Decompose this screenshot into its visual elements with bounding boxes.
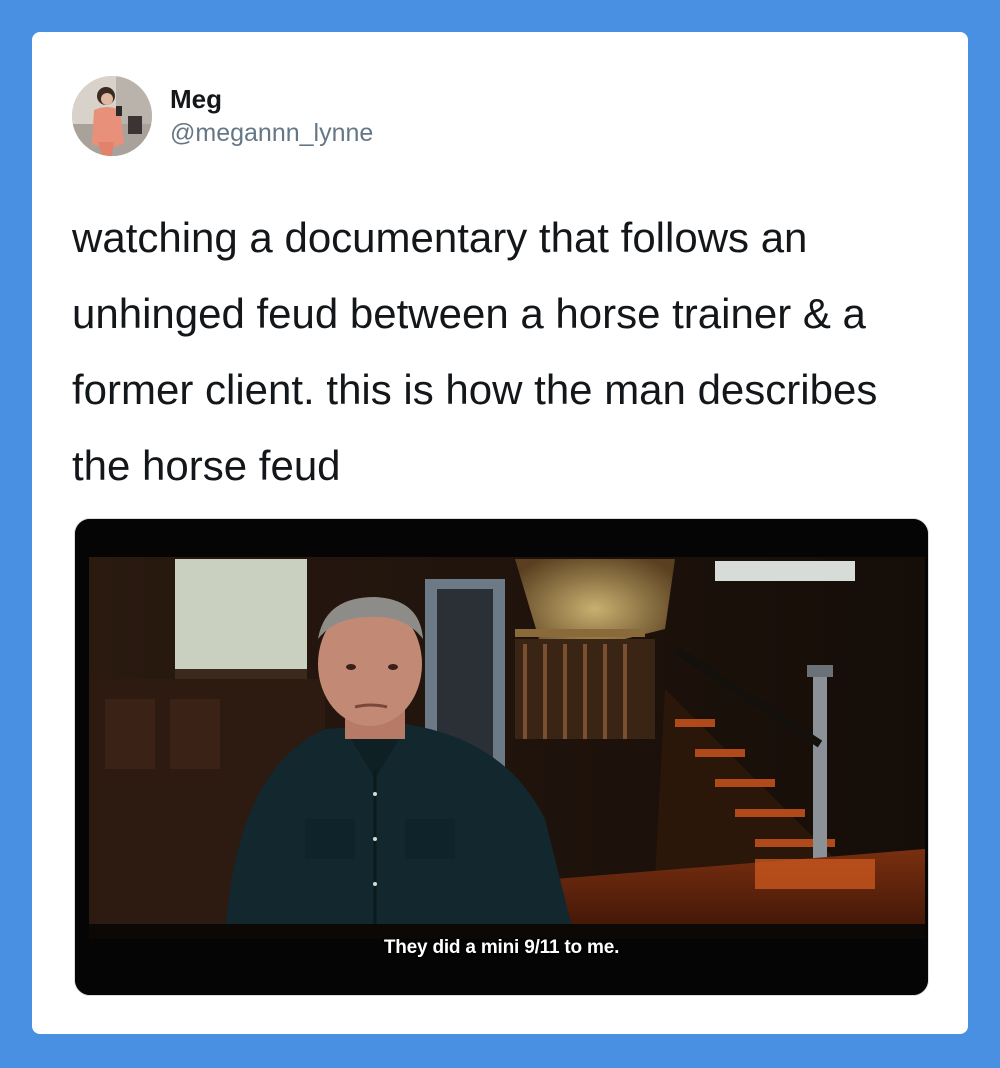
- author-names: Meg @megannn_lynne: [170, 82, 373, 150]
- tweet-header: Meg @megannn_lynne: [72, 76, 373, 156]
- display-name[interactable]: Meg: [170, 82, 373, 116]
- user-handle[interactable]: @megannn_lynne: [170, 116, 373, 150]
- tweet-text: watching a documentary that follows an u…: [72, 214, 878, 489]
- profile-photo-icon: [72, 76, 152, 156]
- tweet-card: Meg @megannn_lynne watching a documentar…: [32, 32, 968, 1034]
- avatar[interactable]: [72, 76, 152, 156]
- video-still-image: [75, 519, 928, 995]
- video-subtitle: They did a mini 9/11 to me.: [383, 937, 620, 958]
- tweet-media[interactable]: They did a mini 9/11 to me.: [74, 518, 929, 996]
